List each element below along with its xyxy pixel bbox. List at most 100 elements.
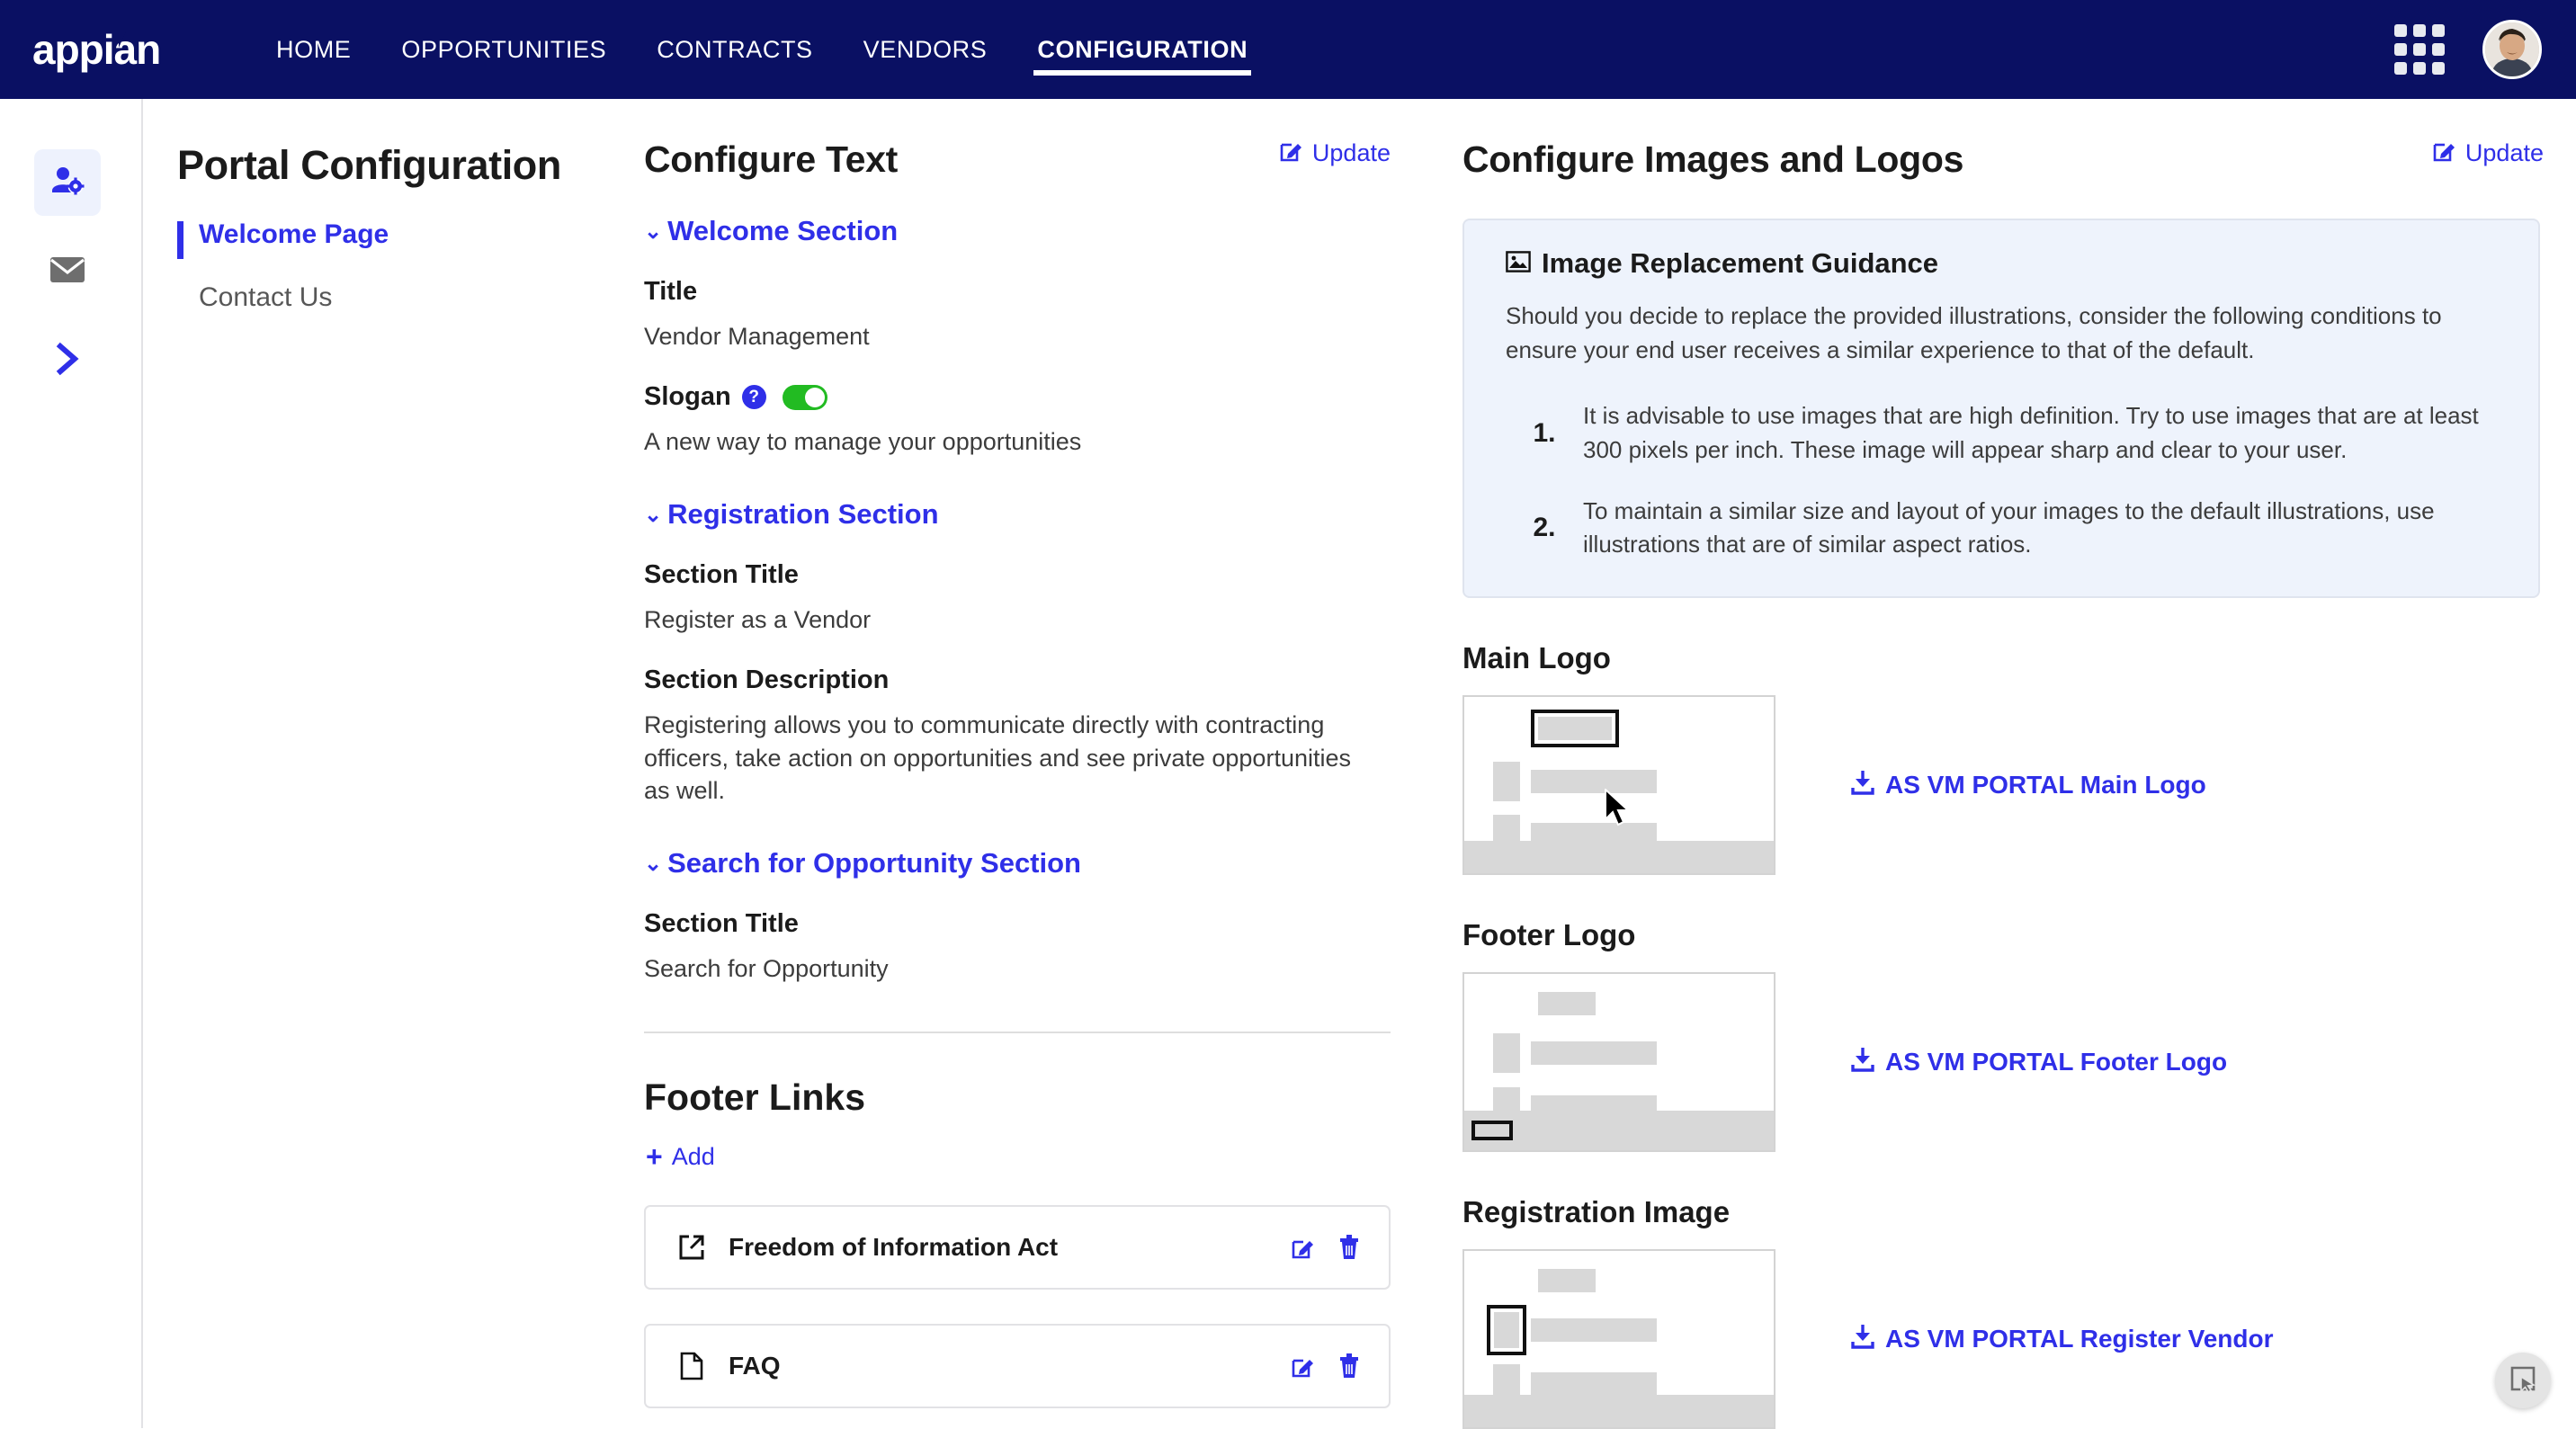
add-footer-link-button[interactable]: + Add (646, 1142, 1445, 1171)
field-value-reg-section-description: Registering allows you to communicate di… (644, 709, 1382, 807)
slogan-toggle[interactable] (783, 385, 827, 410)
highlight-box (1471, 1121, 1513, 1140)
nav-right-actions (2394, 20, 2576, 79)
label-text: Slogan (644, 382, 731, 412)
field-value-title: Vendor Management (644, 320, 1382, 353)
nav-item-vendors[interactable]: VENDORS (838, 0, 1013, 99)
edit-pencil-icon (1280, 138, 1303, 168)
footer-link-row[interactable]: Freedom of Information Act (644, 1205, 1391, 1290)
registration-image-thumbnail[interactable] (1462, 1249, 1775, 1429)
guidance-list: 1. It is advisable to use images that ar… (1506, 399, 2497, 562)
footer-link-row[interactable]: FAQ (644, 1324, 1391, 1408)
download-main-logo-link[interactable]: AS VM PORTAL Main Logo (1851, 770, 2206, 801)
asset-row-footer-logo: AS VM PORTAL Footer Logo (1445, 972, 2576, 1152)
edit-pencil-icon (2433, 138, 2456, 168)
field-value-slogan: A new way to manage your opportunities (644, 425, 1382, 458)
accordion-welcome-section[interactable]: ⌄ Welcome Section (644, 215, 1445, 247)
configure-images-title: Configure Images and Logos (1462, 138, 1963, 181)
update-label: Update (2465, 139, 2544, 167)
external-link-icon (675, 1233, 709, 1262)
question-mark-icon[interactable]: ? (742, 385, 766, 409)
download-registration-image-link[interactable]: AS VM PORTAL Register Vendor (1851, 1324, 2273, 1355)
placeholder-bar (1531, 1372, 1657, 1396)
download-label: AS VM PORTAL Register Vendor (1885, 1325, 2273, 1353)
accordion-label: Registration Section (667, 498, 938, 531)
configure-text-update-button[interactable]: Update (1280, 138, 1391, 168)
nav-item-opportunities[interactable]: OPPORTUNITIES (376, 0, 631, 99)
asset-title-registration-image: Registration Image (1462, 1195, 2576, 1229)
image-guidance-callout: Image Replacement Guidance Should you de… (1462, 219, 2540, 598)
download-footer-logo-link[interactable]: AS VM PORTAL Footer Logo (1851, 1047, 2227, 1078)
section-divider (644, 1032, 1391, 1033)
sidebar-item-label: Welcome Page (199, 219, 389, 249)
user-avatar[interactable] (2482, 20, 2542, 79)
download-icon (1851, 1047, 1874, 1078)
guidance-list-item: 2. To maintain a similar size and layout… (1506, 495, 2497, 562)
footer-link-actions (1292, 1353, 1360, 1379)
configure-images-column: Configure Images and Logos Update Im (1445, 99, 2576, 1429)
field-label-search-section-title: Section Title (644, 909, 1445, 939)
guidance-list-item: 1. It is advisable to use images that ar… (1506, 399, 2497, 467)
label-text: Section Title (644, 560, 799, 590)
guidance-title: Image Replacement Guidance (1506, 247, 2497, 280)
accordion-registration-section[interactable]: ⌄ Registration Section (644, 498, 1445, 531)
main-nav-links: HOME OPPORTUNITIES CONTRACTS VENDORS CON… (251, 0, 1273, 99)
placeholder-bar (1538, 992, 1596, 1015)
chevron-down-icon: ⌄ (644, 505, 662, 526)
download-icon (1851, 1324, 1874, 1355)
edit-pencil-icon[interactable] (1292, 1236, 1315, 1259)
sidebar-item-label: Contact Us (199, 282, 332, 312)
asset-title-main-logo: Main Logo (1462, 641, 2576, 675)
accordion-search-opportunity-section[interactable]: ⌄ Search for Opportunity Section (644, 847, 1445, 880)
download-label: AS VM PORTAL Main Logo (1885, 771, 2206, 799)
image-icon (1506, 247, 1531, 280)
edit-pencil-icon[interactable] (1292, 1354, 1315, 1378)
sidebar-item-welcome-page[interactable]: Welcome Page (177, 219, 635, 250)
chevron-down-icon: ⌄ (644, 853, 662, 875)
apps-grid-icon[interactable] (2394, 24, 2445, 75)
asset-row-registration-image: AS VM PORTAL Register Vendor (1445, 1249, 2576, 1429)
nav-item-configuration[interactable]: CONFIGURATION (1012, 0, 1273, 99)
update-label: Update (1312, 139, 1391, 167)
placeholder-bar (1494, 1312, 1519, 1348)
field-value-search-section-title: Search for Opportunity (644, 952, 1382, 985)
guidance-title-text: Image Replacement Guidance (1542, 247, 1938, 280)
select-region-button[interactable] (2495, 1353, 2551, 1408)
configure-text-header: Configure Text Update (635, 138, 1445, 181)
footer-link-label: Freedom of Information Act (729, 1233, 1058, 1262)
asset-title-footer-logo: Footer Logo (1462, 918, 2576, 952)
chevron-right-icon (53, 341, 82, 381)
download-label: AS VM PORTAL Footer Logo (1885, 1048, 2227, 1076)
field-value-reg-section-title: Register as a Vendor (644, 603, 1382, 636)
left-icon-rail (0, 99, 143, 1428)
label-text: Section Description (644, 665, 889, 695)
footer-link-label: FAQ (729, 1352, 781, 1380)
placeholder-bar (1493, 762, 1520, 801)
field-label-reg-section-title: Section Title (644, 560, 1445, 590)
footer-logo-thumbnail[interactable] (1462, 972, 1775, 1152)
appian-logo[interactable]: appian (32, 26, 190, 73)
placeholder-footer-bar (1464, 841, 1774, 873)
footer-link-actions (1292, 1235, 1360, 1260)
select-region-icon (2509, 1364, 2537, 1398)
placeholder-footer-bar (1464, 1395, 1774, 1427)
placeholder-bar (1493, 1033, 1520, 1073)
rail-item-expand[interactable] (34, 327, 101, 394)
placeholder-bar (1538, 717, 1612, 740)
main-logo-thumbnail[interactable] (1462, 695, 1775, 875)
configure-images-header: Configure Images and Logos Update (1445, 138, 2576, 181)
placeholder-bar (1538, 1269, 1596, 1292)
rail-item-messages[interactable] (34, 238, 101, 305)
nav-item-contracts[interactable]: CONTRACTS (631, 0, 837, 99)
nav-item-home[interactable]: HOME (251, 0, 376, 99)
trash-icon[interactable] (1338, 1235, 1360, 1260)
configure-text-title: Configure Text (644, 138, 898, 181)
guidance-item-number: 2. (1506, 513, 1583, 543)
placeholder-bar (1531, 1318, 1657, 1342)
rail-item-user-settings[interactable] (34, 149, 101, 216)
trash-icon[interactable] (1338, 1353, 1360, 1379)
sidebar-item-contact-us[interactable]: Contact Us (177, 282, 635, 313)
configure-images-update-button[interactable]: Update (2433, 138, 2544, 168)
add-label: Add (672, 1143, 715, 1171)
guidance-item-text: It is advisable to use images that are h… (1583, 399, 2497, 467)
